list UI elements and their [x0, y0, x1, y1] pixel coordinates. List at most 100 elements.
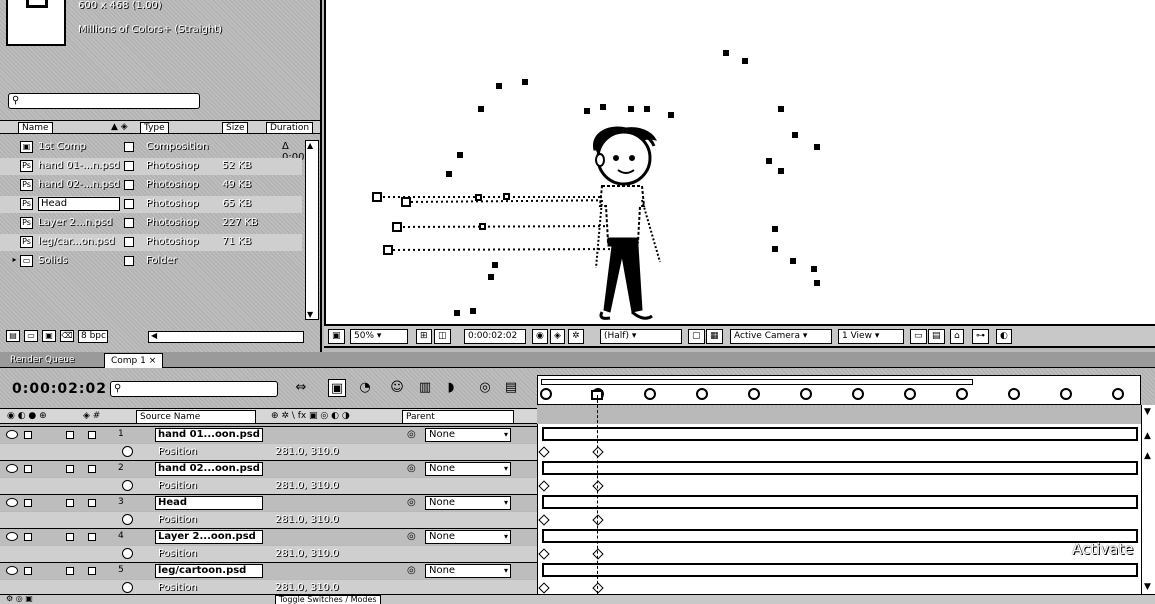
- shy-switch[interactable]: [66, 465, 74, 473]
- camera-view-dropdown[interactable]: Active Camera ▾: [730, 329, 832, 344]
- layer-name[interactable]: hand 02...oon.psd: [155, 462, 263, 476]
- fast-previews-icon[interactable]: ▤: [928, 329, 945, 344]
- pixel-aspect-icon[interactable]: ▭: [910, 329, 927, 344]
- parent-dropdown[interactable]: None ▾: [425, 496, 511, 510]
- project-scrollbar[interactable]: ▲ ▼: [305, 140, 319, 320]
- header-source-name[interactable]: Source Name: [136, 410, 256, 424]
- grid-icon[interactable]: ⊞: [416, 329, 432, 344]
- timeline-layer-row[interactable]: 4 Layer 2...oon.psd ◎ None ▾: [0, 528, 537, 545]
- layer-duration-bar[interactable]: [542, 461, 1138, 475]
- zoom-in-icon[interactable]: ▼: [1144, 407, 1151, 417]
- project-search-input[interactable]: ⚲: [8, 93, 200, 109]
- parent-dropdown[interactable]: None ▾: [425, 564, 511, 578]
- timeline-property-row[interactable]: Position 281.0, 310.0: [0, 546, 537, 563]
- keyframe-diamond[interactable]: [538, 514, 550, 526]
- flowchart-icon[interactable]: ⊶: [972, 329, 989, 344]
- shy-switch[interactable]: [66, 567, 74, 575]
- property-value[interactable]: 281.0, 310.0: [275, 582, 339, 593]
- project-item[interactable]: Ps Layer 2...n.psd Photoshop 227 KB: [0, 215, 302, 232]
- keyframe-diamond[interactable]: [592, 582, 604, 594]
- project-item[interactable]: Ps hand 02-...n.psd Photoshop 49 KB: [0, 177, 302, 194]
- keyframe-diamond[interactable]: [538, 480, 550, 492]
- label-swatch[interactable]: [124, 142, 134, 152]
- lock-switch[interactable]: [24, 431, 32, 439]
- project-item[interactable]: ▣ 1st Comp Composition Δ 0:00: [0, 139, 304, 163]
- cartoon-character[interactable]: [593, 126, 661, 320]
- project-item[interactable]: Ps leg/car...on.psd Photoshop 71 KB: [0, 234, 302, 251]
- new-comp-icon[interactable]: ▣: [42, 330, 56, 342]
- timeline-scrollbar[interactable]: ▼ ▲ ▲ ▼: [1141, 405, 1155, 604]
- layer-duration-bar[interactable]: [542, 529, 1138, 543]
- property-value[interactable]: 281.0, 310.0: [275, 514, 339, 525]
- layer-name[interactable]: Layer 2...oon.psd: [155, 530, 263, 544]
- eye-icon[interactable]: [6, 532, 18, 541]
- timeline-property-row[interactable]: Position 281.0, 310.0: [0, 444, 537, 461]
- tab-render-queue[interactable]: Render Queue: [4, 353, 80, 368]
- stopwatch-icon[interactable]: [122, 548, 133, 559]
- exposure-icon[interactable]: ◐: [996, 329, 1012, 344]
- shy-switch[interactable]: [66, 533, 74, 541]
- header-duration[interactable]: Duration: [266, 122, 314, 134]
- timeline-track-area[interactable]: [537, 424, 1141, 604]
- timeline-current-time[interactable]: 0:00:02:02: [12, 381, 107, 397]
- label-swatch[interactable]: [124, 237, 134, 247]
- timeline-property-row[interactable]: Position 281.0, 310.0: [0, 512, 537, 529]
- stopwatch-icon[interactable]: [122, 480, 133, 491]
- channel-icon[interactable]: ✲: [568, 329, 584, 344]
- lock-switch[interactable]: [24, 567, 32, 575]
- label-swatch[interactable]: [88, 567, 96, 575]
- pick-whip-icon[interactable]: ◎: [407, 463, 416, 474]
- property-value[interactable]: 281.0, 310.0: [275, 446, 339, 457]
- header-parent[interactable]: Parent: [402, 410, 514, 424]
- property-value[interactable]: 281.0, 310.0: [275, 548, 339, 559]
- tab-comp-1[interactable]: Comp 1 ×: [104, 353, 164, 368]
- toggle-icons[interactable]: ⚙ ◎ ▣: [6, 594, 33, 603]
- parent-dropdown[interactable]: None ▾: [425, 428, 511, 442]
- view-layout-dropdown[interactable]: 1 View ▾: [838, 329, 904, 344]
- timeline-property-row[interactable]: Position 281.0, 310.0: [0, 478, 537, 495]
- resolution-dropdown[interactable]: (Half) ▾: [600, 329, 682, 344]
- camera-icon[interactable]: ◉: [532, 329, 548, 344]
- keyframe-diamond[interactable]: [538, 446, 550, 458]
- interpret-footage-icon[interactable]: ▤: [6, 330, 20, 342]
- layer-name[interactable]: leg/cartoon.psd: [155, 564, 263, 578]
- pick-whip-icon[interactable]: ◎: [407, 531, 416, 542]
- stopwatch-icon[interactable]: [122, 514, 133, 525]
- region-of-interest-icon[interactable]: ▢: [688, 329, 705, 344]
- label-swatch[interactable]: [124, 256, 134, 266]
- header-size[interactable]: Size: [222, 122, 249, 134]
- label-swatch[interactable]: [88, 465, 96, 473]
- layer-duration-bar[interactable]: [542, 563, 1138, 577]
- new-folder-icon[interactable]: ▭: [24, 330, 38, 342]
- scroll-down-icon[interactable]: ▼: [1144, 582, 1151, 592]
- motion-blur-icon[interactable]: ◗: [442, 379, 460, 397]
- comp-mini-flowchart-icon[interactable]: ⇔: [292, 379, 310, 397]
- keyframe-diamond[interactable]: [538, 582, 550, 594]
- parent-dropdown[interactable]: None ▾: [425, 530, 511, 544]
- close-icon[interactable]: ×: [149, 356, 157, 366]
- project-item[interactable]: Ps hand 01-...n.psd Photoshop 52 KB: [0, 158, 302, 175]
- label-swatch[interactable]: [124, 199, 134, 209]
- bit-depth-button[interactable]: 8 bpc: [78, 330, 108, 343]
- snapshot-icon[interactable]: ◫: [434, 329, 451, 344]
- graph-editor-icon[interactable]: ▤: [502, 379, 520, 397]
- project-item[interactable]: ▸ ▭ Solids Folder: [0, 253, 302, 270]
- scroll-up-icon[interactable]: ▲: [1144, 451, 1151, 461]
- frame-blending-icon[interactable]: ▥: [416, 379, 434, 397]
- eye-icon[interactable]: [6, 566, 18, 575]
- magnification-dropdown[interactable]: 50% ▾: [350, 329, 408, 344]
- property-value[interactable]: 281.0, 310.0: [275, 480, 339, 491]
- pick-whip-icon[interactable]: ◎: [407, 429, 416, 440]
- parent-dropdown[interactable]: None ▾: [425, 462, 511, 476]
- project-item-selected[interactable]: Ps Head Photoshop 65 KB: [0, 196, 302, 213]
- timeline-layer-row[interactable]: 3 Head ◎ None ▾: [0, 494, 537, 511]
- eye-icon[interactable]: [6, 464, 18, 473]
- transparency-grid-icon[interactable]: ▦: [706, 329, 723, 344]
- lock-switch[interactable]: [24, 499, 32, 507]
- layer-name[interactable]: hand 01...oon.psd: [155, 428, 263, 442]
- scroll-up-icon[interactable]: ▲: [1144, 431, 1151, 441]
- shy-switch[interactable]: [66, 431, 74, 439]
- draft-3d-icon[interactable]: ◔: [356, 379, 374, 397]
- eye-icon[interactable]: [6, 498, 18, 507]
- current-time-field[interactable]: 0:00:02:02: [464, 329, 526, 344]
